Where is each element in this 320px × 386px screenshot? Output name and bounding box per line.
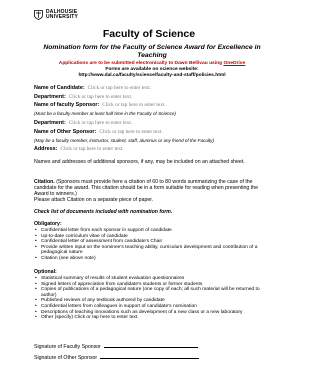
nominee-label: Name of Candidate: xyxy=(34,85,85,91)
sponsor-label: Name of faculty Sponsor: xyxy=(34,102,100,108)
department2-label: Department: xyxy=(34,120,66,126)
department-label: Department: xyxy=(34,94,66,100)
other-sponsor-note: (May be a faculty member, instructor, st… xyxy=(34,138,215,143)
address-label: Address: xyxy=(34,146,58,152)
nominee-field: Name of Candidate: Click or tap here to e… xyxy=(34,85,151,91)
department-field: Department: Click or tap here to enter te… xyxy=(34,94,132,100)
citation-paragraph: Citation. (Sponsors must provide here a … xyxy=(34,179,270,197)
optional-heading: Optional: xyxy=(34,269,57,275)
submission-text: Applications are to be submitted electro… xyxy=(58,61,224,66)
faculty-sponsor-signature: Signature of Faculty Sponsor xyxy=(34,343,198,350)
citation-text: (Sponsors must provide here a citation o… xyxy=(34,179,258,197)
address-field: Address: Click or tap here to enter text. xyxy=(34,146,124,152)
logo-wordmark: DALHOUSIE UNIVERSITY xyxy=(46,10,78,20)
crest-icon xyxy=(34,10,43,20)
other-sponsor-input[interactable]: Click or tap here to enter text. xyxy=(99,129,162,135)
list-item: Citation (see above note) xyxy=(34,256,270,262)
obligatory-heading: Obligatory: xyxy=(34,221,62,227)
additional-sponsors-note: Names and addresses of additional sponso… xyxy=(34,159,245,165)
other-sponsor-signature-line[interactable] xyxy=(100,354,200,359)
sponsor-note: (Must be a faculty member at least half … xyxy=(34,111,176,116)
science-website-link[interactable]: http://www.dal.ca/faculty/science/facult… xyxy=(34,73,270,79)
sponsor-field: Name of faculty Sponsor: Click or tap her… xyxy=(34,102,166,108)
department-input[interactable]: Click or tap here to enter text. xyxy=(69,94,132,100)
list-item: Copies of publications of a pedagogical … xyxy=(34,287,270,298)
other-sponsor-label: Name of Other Sponsor: xyxy=(34,129,97,135)
submission-instructions: Applications are to be submitted electro… xyxy=(34,61,270,67)
other-sponsor-signature-label: Signature of Other Sponsor xyxy=(34,355,98,361)
nomination-form-page: DALHOUSIE UNIVERSITY Faculty of Science … xyxy=(0,0,298,386)
department2-field: Department: Click or tap here to enter te… xyxy=(34,120,132,126)
sponsor-input[interactable]: Click or tap here to enter text. xyxy=(102,102,165,108)
list-item[interactable]: Other (specify) Click or tap here to ent… xyxy=(34,315,270,321)
department2-input[interactable]: Click or tap here to enter text. xyxy=(69,120,132,126)
other-sponsor-field: Name of Other Sponsor: Click or tap here … xyxy=(34,129,163,135)
list-item: Provide written input on the nominee's t… xyxy=(34,245,270,256)
university-logo: DALHOUSIE UNIVERSITY xyxy=(34,10,78,20)
form-subtitle: Nomination form for the Faculty of Scien… xyxy=(43,44,261,59)
logo-line-2: UNIVERSITY xyxy=(46,14,79,20)
other-sponsor-signature: Signature of Other Sponsor xyxy=(34,354,200,361)
citation-attach-note: Please attach Citation on a separate pie… xyxy=(34,197,154,203)
onedrive-link[interactable]: OneDrive xyxy=(223,61,245,66)
address-input[interactable]: Click or tap here to enter text. xyxy=(60,146,123,152)
nominee-input[interactable]: Click or tap here to enter text. xyxy=(88,85,151,91)
forms-available-text: Forms are available on science website: xyxy=(105,67,199,72)
obligatory-list: Confidential letter from each sponsor in… xyxy=(34,228,270,262)
optional-list: Statistical summary of results of studen… xyxy=(34,276,270,321)
page-title: Faculty of Science xyxy=(102,28,196,40)
faculty-sponsor-signature-line[interactable] xyxy=(103,343,198,348)
checklist-title: Check list of documents included with no… xyxy=(34,209,173,215)
faculty-sponsor-signature-label: Signature of Faculty Sponsor xyxy=(34,344,101,350)
